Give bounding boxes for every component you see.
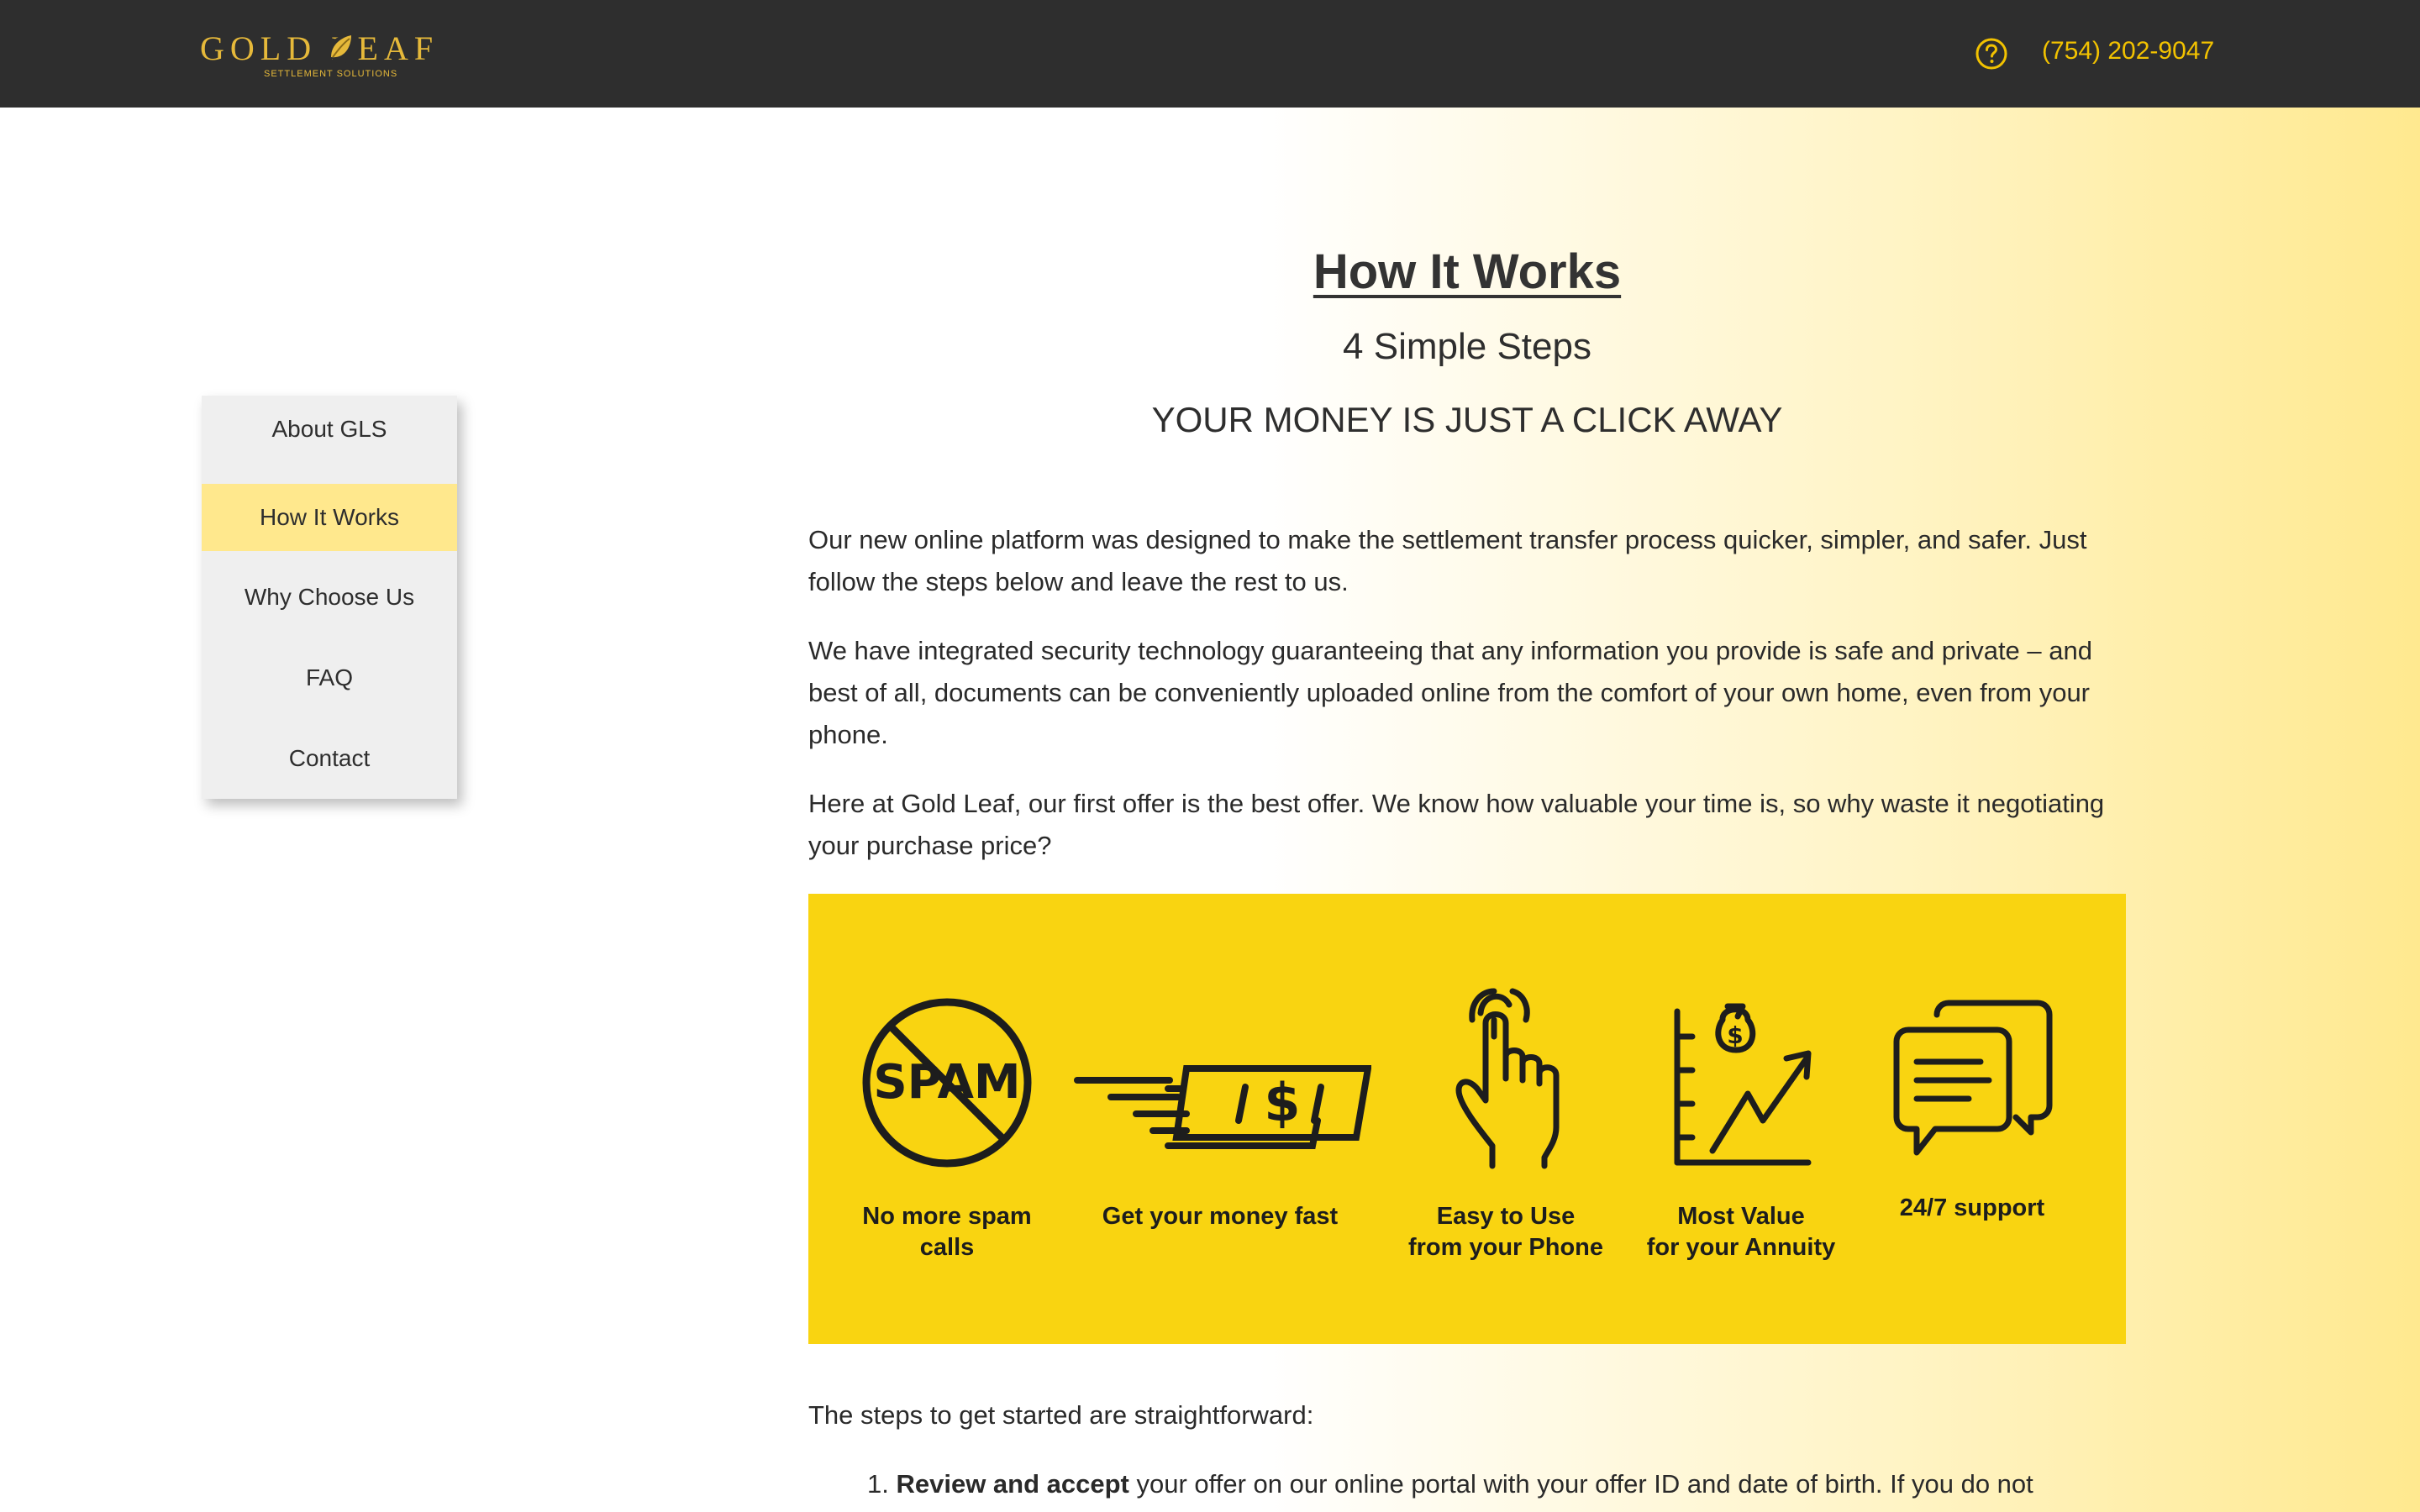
page-subtitle: 4 Simple Steps <box>1343 326 1591 367</box>
sidebar-item-about[interactable]: About GLS <box>202 396 457 463</box>
intro-paragraph: Our new online platform was designed to … <box>808 525 2087 596</box>
page-tagline: YOUR MONEY IS JUST A CLICK AWAY <box>1151 400 1783 439</box>
svg-text:$: $ <box>1264 1072 1300 1133</box>
svg-text:$: $ <box>1727 1021 1743 1049</box>
feature-label: Get your money fast <box>1102 1203 1339 1230</box>
feature-fast-money: $ Get your money fast <box>1069 995 1371 1230</box>
sidebar-item-why-choose-us[interactable]: Why Choose Us <box>202 564 457 631</box>
chat-bubbles-icon <box>1893 1000 2053 1156</box>
feature-most-value: $ Most Value for your Annuity <box>1636 986 1846 1261</box>
sidebar-item-faq[interactable]: FAQ <box>202 644 457 711</box>
tap-hand-icon <box>1455 988 1560 1169</box>
no-spam-icon: SPAM <box>862 998 1032 1168</box>
gold-leaf-logo[interactable]: GOLD LEAF SETTLEMENT SOLUTIONS <box>200 29 477 84</box>
feature-no-spam: SPAM No more spam calls <box>842 995 1052 1261</box>
steps-intro: The steps to get started are straightfor… <box>808 1400 1314 1430</box>
logo-tagline: SETTLEMENT SOLUTIONS <box>264 69 398 79</box>
step-text: your offer on our online portal with you… <box>1128 1469 2033 1499</box>
sidebar-item-contact[interactable]: Contact <box>202 725 457 792</box>
phone-number-link[interactable]: (754) 202-9047 <box>2042 37 2214 66</box>
top-header: GOLD LEAF SETTLEMENT SOLUTIONS (754) 202… <box>0 0 2420 108</box>
offer-paragraph: Here at Gold Leaf, our first offer is th… <box>808 789 2105 860</box>
question-circle-icon[interactable] <box>1975 37 2008 71</box>
step-bold-text: Review and accept <box>896 1469 1129 1499</box>
feature-label: 24/7 support <box>1899 1194 2045 1221</box>
feature-support: 24/7 support <box>1871 995 2073 1230</box>
fast-money-icon: $ <box>1074 1065 1371 1149</box>
leaf-icon <box>329 35 353 64</box>
sidebar-item-how-it-works[interactable]: How It Works <box>202 484 457 551</box>
step-1: 1. Review and accept your offer on our o… <box>867 1463 2126 1505</box>
feature-label: Most Value for your Annuity <box>1646 1203 1836 1261</box>
features-banner: SPAM No more spam calls $ Get your money… <box>808 894 2126 1344</box>
sidebar-nav: About GLS How It Works Why Choose Us FAQ… <box>202 396 457 799</box>
growth-chart-icon: $ <box>1674 1003 1812 1166</box>
svg-text:SPAM: SPAM <box>873 1055 1020 1110</box>
step-number: 1. <box>867 1469 889 1499</box>
feature-label: Easy to Use from your Phone <box>1407 1203 1603 1261</box>
feature-label: No more spam calls <box>862 1203 1032 1261</box>
security-paragraph: We have integrated security technology g… <box>808 636 2092 749</box>
page-title: How It Works <box>1313 244 1622 299</box>
logo-wordmark: GOLD LEAF <box>200 29 439 67</box>
feature-easy-phone: Easy to Use from your Phone <box>1397 986 1615 1261</box>
